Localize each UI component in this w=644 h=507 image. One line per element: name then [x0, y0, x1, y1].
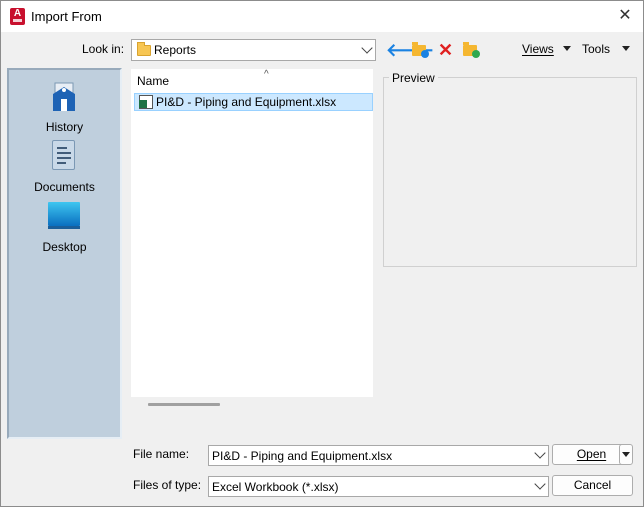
- chevron-down-icon: [534, 478, 546, 490]
- preview-label: Preview: [389, 71, 438, 85]
- chevron-down-icon[interactable]: [534, 447, 546, 459]
- file-list[interactable]: ^ Name PI&D - Piping and Equipment.xlsx: [130, 68, 374, 398]
- look-in-value: Reports: [154, 43, 197, 57]
- file-name-value: PI&D - Piping and Equipment.xlsx: [212, 449, 393, 463]
- close-icon[interactable]: ✕: [613, 5, 637, 27]
- files-of-type-value: Excel Workbook (*.xlsx): [212, 480, 339, 494]
- window-title: Import From: [31, 9, 102, 24]
- tools-menu-button[interactable]: Tools: [582, 42, 610, 56]
- file-list-item[interactable]: PI&D - Piping and Equipment.xlsx: [134, 93, 373, 111]
- place-desktop[interactable]: Desktop: [9, 196, 120, 254]
- import-from-dialog: A Import From ✕ Look in: Reports 🡐 ✕ Vie…: [0, 0, 644, 507]
- views-menu-button[interactable]: Views: [522, 42, 554, 56]
- cancel-button[interactable]: Cancel: [552, 475, 633, 496]
- delete-icon[interactable]: ✕: [438, 41, 458, 59]
- preview-box: [383, 77, 637, 267]
- chevron-down-icon: [361, 42, 373, 54]
- horizontal-scrollbar[interactable]: [148, 403, 220, 406]
- place-label: History: [45, 120, 84, 134]
- place-history[interactable]: History: [9, 76, 120, 134]
- tools-dropdown-arrow-icon[interactable]: [622, 46, 630, 51]
- desktop-icon: [48, 202, 80, 229]
- excel-file-icon: [139, 95, 153, 109]
- folder-icon: [137, 42, 151, 56]
- back-arrow-icon[interactable]: 🡐: [386, 41, 434, 59]
- file-name-input[interactable]: PI&D - Piping and Equipment.xlsx: [208, 445, 549, 466]
- place-documents[interactable]: Documents: [9, 136, 120, 194]
- look-in-dropdown[interactable]: Reports: [131, 39, 376, 61]
- file-name-label: File name:: [133, 447, 190, 461]
- file-name: PI&D - Piping and Equipment.xlsx: [156, 95, 337, 109]
- place-label: Desktop: [42, 240, 87, 254]
- up-folder-icon[interactable]: [411, 41, 431, 59]
- open-options-button[interactable]: [619, 444, 633, 465]
- new-folder-icon[interactable]: [462, 41, 482, 59]
- places-sidebar: History Documents Desktop: [7, 68, 122, 439]
- sort-ascending-icon: ^: [264, 69, 269, 80]
- title-bar: A Import From ✕: [1, 1, 643, 32]
- place-label: Documents: [34, 180, 95, 194]
- dropdown-arrow-icon: [622, 452, 630, 457]
- look-in-label: Look in:: [82, 42, 125, 56]
- history-icon: [53, 82, 75, 111]
- column-header-name[interactable]: Name: [137, 74, 169, 88]
- files-of-type-dropdown[interactable]: Excel Workbook (*.xlsx): [208, 476, 549, 497]
- documents-icon: [52, 140, 75, 170]
- views-dropdown-arrow-icon[interactable]: [563, 46, 571, 51]
- files-of-type-label: Files of type:: [133, 478, 202, 492]
- autocad-app-icon: A: [10, 8, 25, 25]
